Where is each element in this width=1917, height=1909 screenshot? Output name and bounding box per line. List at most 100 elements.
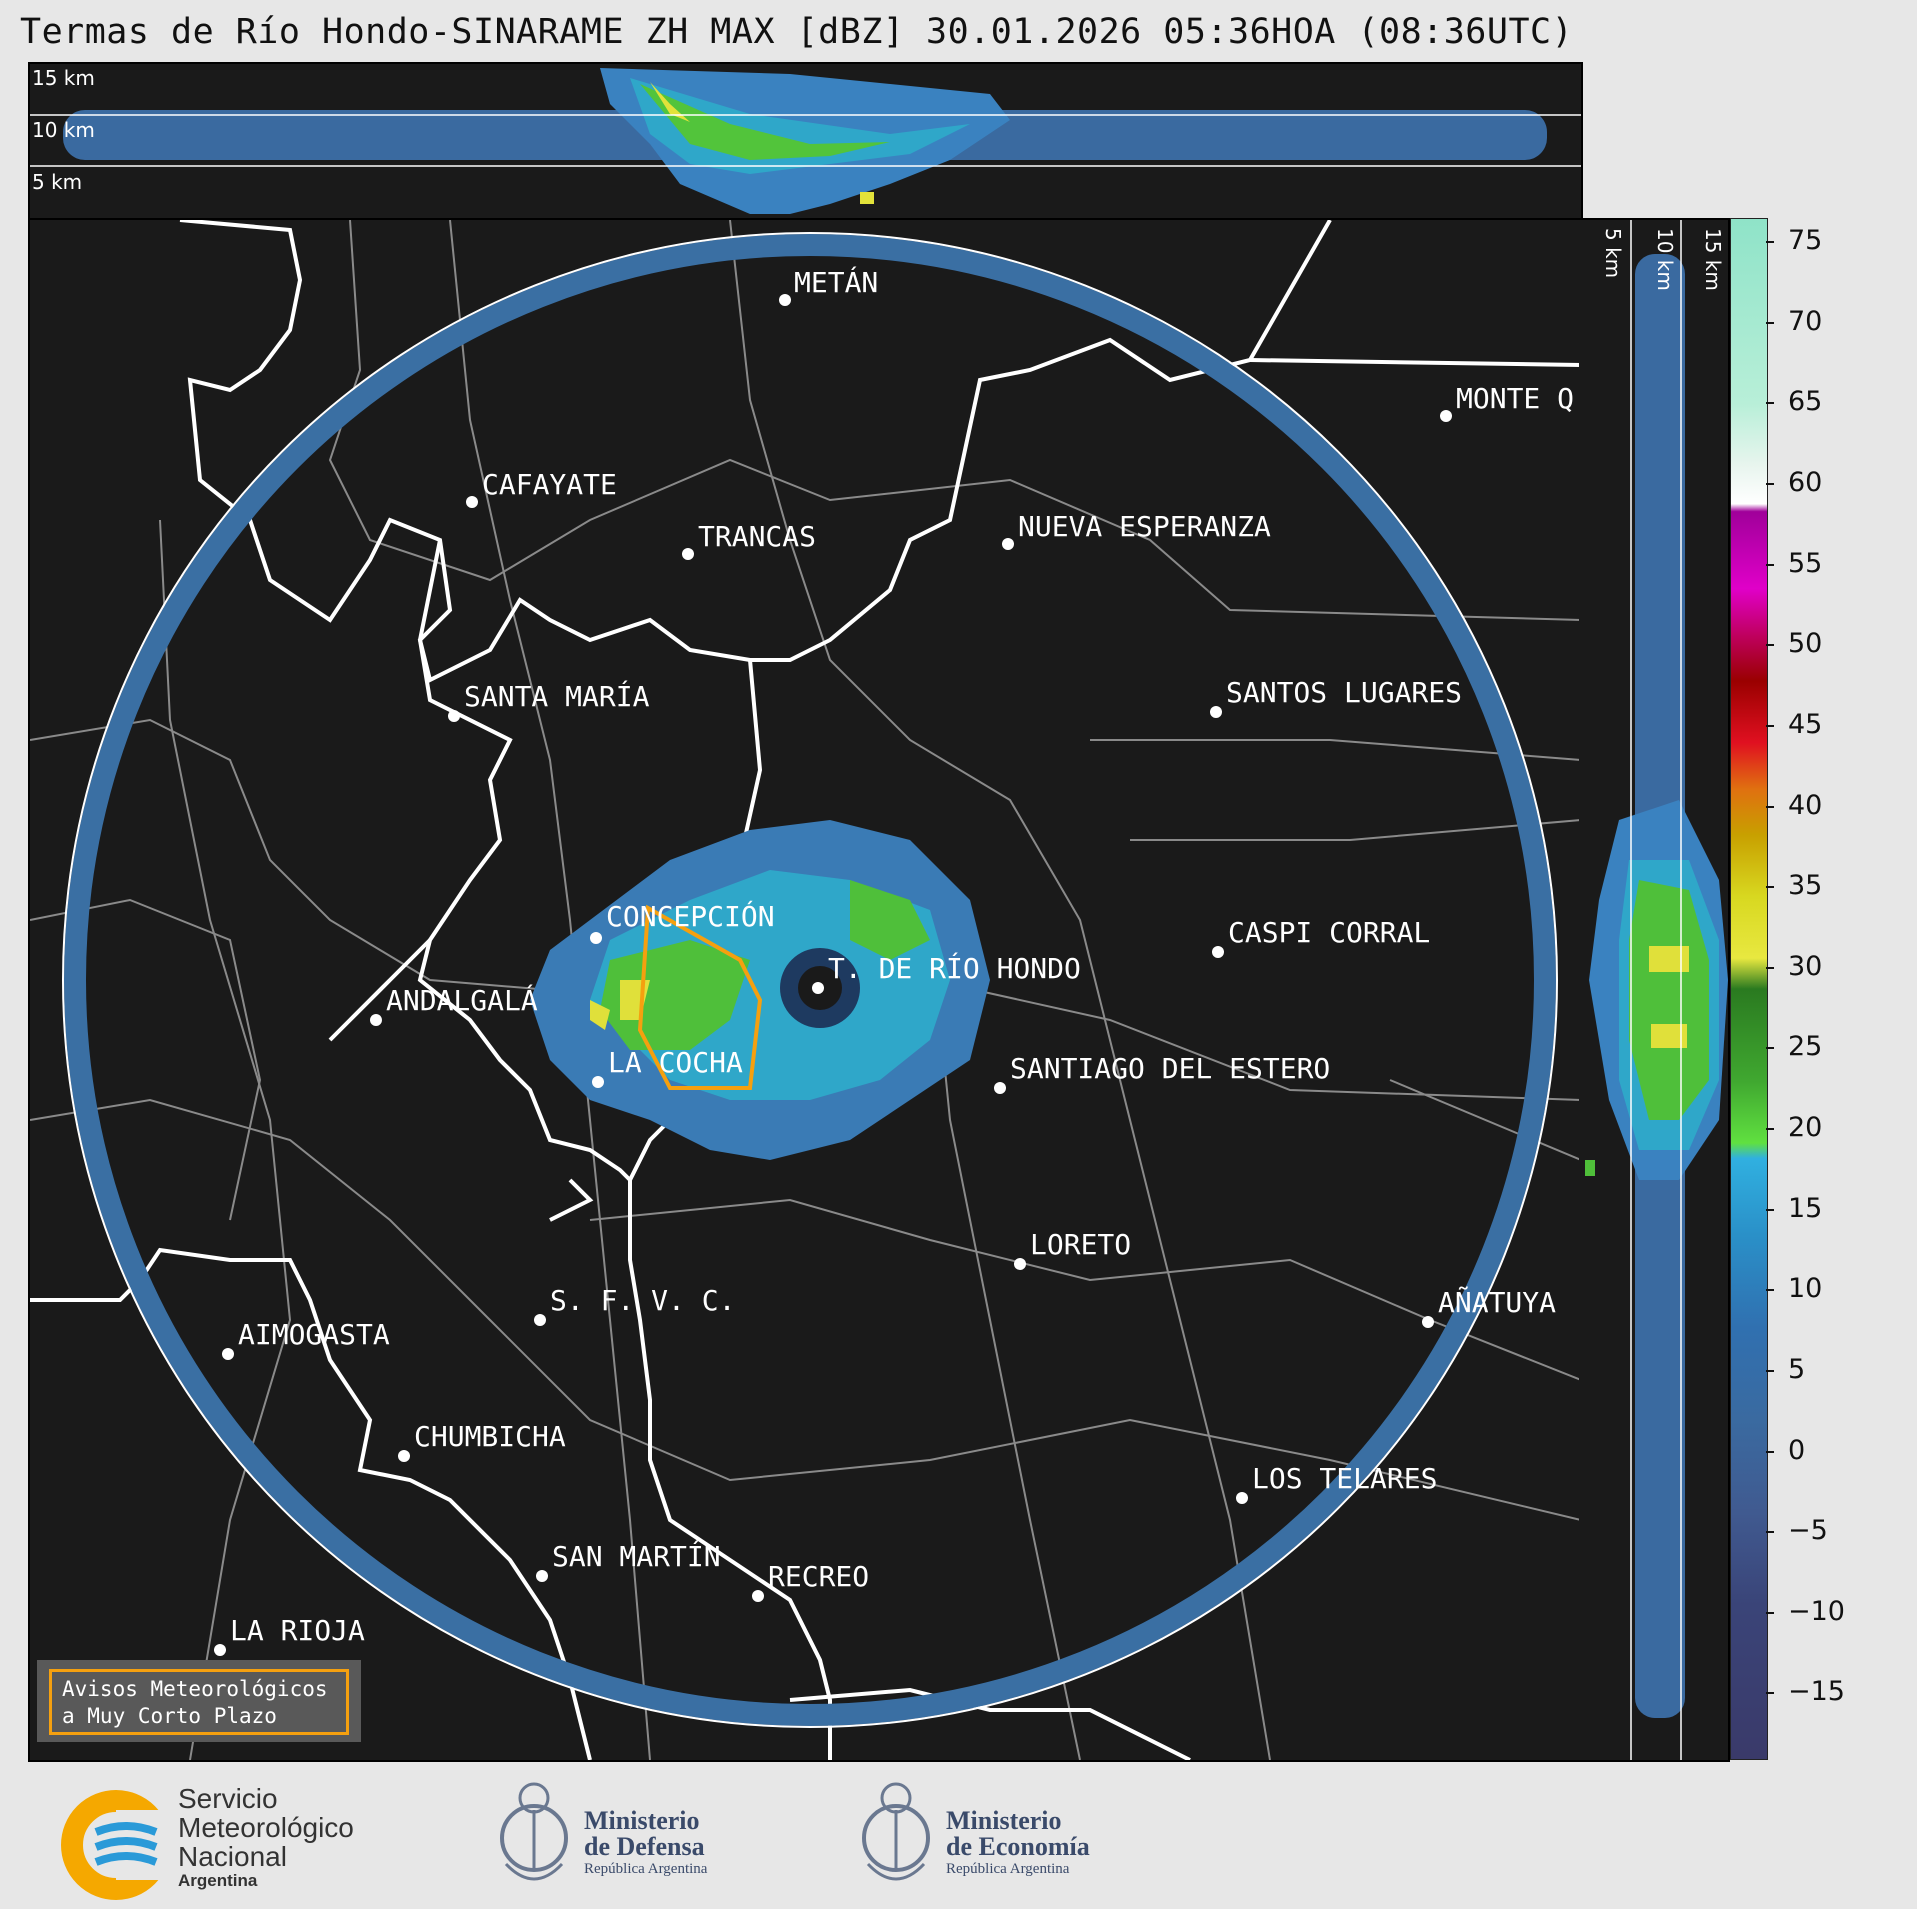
colorbar-tick-label: 20 [1788,1112,1823,1144]
city-termas-rio-hondo: T. DE RÍO HONDO [828,952,1081,985]
colorbar-tick-label: 0 [1788,1434,1806,1466]
colorbar-tick-mark [1766,402,1774,405]
city-nueva-esperanza: NUEVA ESPERANZA [1018,510,1271,543]
city-la-cocha: LA COCHA [608,1046,743,1079]
colorbar-tick-label: 35 [1788,870,1823,902]
top-cross-section: 15 km 10 km 5 km [28,62,1583,220]
colorbar-tick-mark [1766,724,1774,727]
warning-legend-line1: Avisos Meteorológicos [62,1677,328,1701]
colorbar-tick-label: 75 [1788,225,1823,257]
city-dot [370,1014,382,1026]
colorbar-tick-mark [1766,644,1774,647]
colorbar-tick-label: 25 [1788,1031,1823,1063]
city-dot [1014,1258,1026,1270]
smn-logo-icon [61,1790,176,1900]
city-concepcion: CONCEPCIÓN [606,900,775,933]
top-label-10km: 10 km [32,118,95,142]
city-dot [1440,410,1452,422]
city-dot [466,496,478,508]
colorbar-tick-label: 55 [1788,547,1823,579]
chart-title: Termas de Río Hondo-SINARAME ZH MAX [dBZ… [20,12,1574,52]
smn-logo-text: Servicio Meteorológico Nacional Argentin… [178,1783,354,1890]
city-los-telares: LOS TELARES [1252,1462,1438,1495]
colorbar-tick-label: 40 [1788,789,1823,821]
map-canvas [30,220,1581,1760]
city-dot [590,932,602,944]
city-sfvc: S. F. V. C. [550,1284,736,1317]
city-loreto: LORETO [1030,1228,1132,1261]
side-cross-section: 5 km 10 km 15 km [1579,218,1730,1762]
colorbar-tick-label: −10 [1788,1595,1845,1627]
colorbar-tick-mark [1766,1047,1774,1050]
colorbar-tick-label: −5 [1788,1515,1828,1547]
warning-legend-border: Avisos Meteorológicos a Muy Corto Plazo [49,1669,349,1735]
colorbar-tick-mark [1766,805,1774,808]
footer: Servicio Meteorológico Nacional Argentin… [0,1760,1917,1909]
colorbar-tick-mark [1766,1369,1774,1372]
defensa-logo-text: Ministerio de Defensa República Argentin… [584,1806,708,1878]
colorbar-tick-mark [1766,1692,1774,1695]
colorbar-tick-mark [1766,886,1774,889]
city-dot [534,1314,546,1326]
colorbar-tick-mark [1766,563,1774,566]
top-label-15km: 15 km [32,66,95,90]
colorbar-tick-mark [1766,1289,1774,1292]
city-dot [214,1644,226,1656]
top-label-5km: 5 km [32,170,83,194]
side-label-5km: 5 km [1601,228,1625,279]
colorbar-tick-label: 15 [1788,1192,1823,1224]
city-santos-lugares: SANTOS LUGARES [1226,676,1463,709]
city-dot [1422,1316,1434,1328]
economia-logo-text: Ministerio de Economía República Argenti… [946,1806,1090,1878]
colorbar-tick-mark [1766,241,1774,244]
city-anatuya: AÑATUYA [1438,1286,1557,1319]
city-la-rioja: LA RIOJA [230,1614,365,1647]
colorbar-tick-label: 50 [1788,628,1823,660]
city-san-martin: SAN MARTÍN [552,1540,721,1573]
precipitation-echo [530,820,990,1160]
city-dot [752,1590,764,1602]
coat-of-arms-icon [500,1782,568,1881]
city-recreo: RECREO [768,1560,870,1593]
city-dot [448,710,460,722]
city-caspi-corral: CASPI CORRAL [1228,916,1431,949]
city-dot [1236,1492,1248,1504]
city-dot [222,1348,234,1360]
city-dot [1212,946,1224,958]
city-dot [994,1082,1006,1094]
side-label-15km: 15 km [1701,228,1725,291]
city-dot [536,1570,548,1582]
colorbar-tick-label: 45 [1788,708,1823,740]
colorbar-tick-mark [1766,1611,1774,1614]
warning-legend: Avisos Meteorológicos a Muy Corto Plazo [37,1660,361,1742]
warning-legend-line2: a Muy Corto Plazo [62,1704,277,1728]
city-andalgala: ANDALGALÁ [386,984,538,1017]
city-dot [398,1450,410,1462]
city-santa-maria: SANTA MARÍA [464,680,650,713]
colorbar-tick-mark [1766,321,1774,324]
city-aimogasta: AIMOGASTA [238,1318,390,1351]
colorbar-tick-label: −15 [1788,1676,1845,1708]
city-dot [1210,706,1222,718]
colorbar-tick-mark [1766,1531,1774,1534]
colorbar-tick-mark [1766,483,1774,486]
coat-of-arms-icon [862,1782,930,1881]
city-monte-q: MONTE Q [1456,382,1575,415]
colorbar-tick-label: 30 [1788,950,1823,982]
colorbar-tick-label: 70 [1788,305,1823,337]
city-dot [592,1076,604,1088]
colorbar-tick-label: 65 [1788,386,1823,418]
radar-site-dot [812,982,824,994]
city-chumbicha: CHUMBICHA [414,1420,566,1453]
colorbar-tick-mark [1766,1128,1774,1131]
city-dot [1002,538,1014,550]
city-cafayate: CAFAYATE [482,468,617,501]
radar-map: METÁN MONTE Q CAFAYATE TRANCAS NUEVA ESP… [28,218,1583,1762]
colorbar-tick-label: 60 [1788,467,1823,499]
colorbar-tick-label: 5 [1788,1353,1806,1385]
city-dot [779,294,791,306]
city-santiago-del-estero: SANTIAGO DEL ESTERO [1010,1052,1331,1085]
colorbar-tick-mark [1766,1450,1774,1453]
colorbar-tick-mark [1766,966,1774,969]
city-dot [682,548,694,560]
